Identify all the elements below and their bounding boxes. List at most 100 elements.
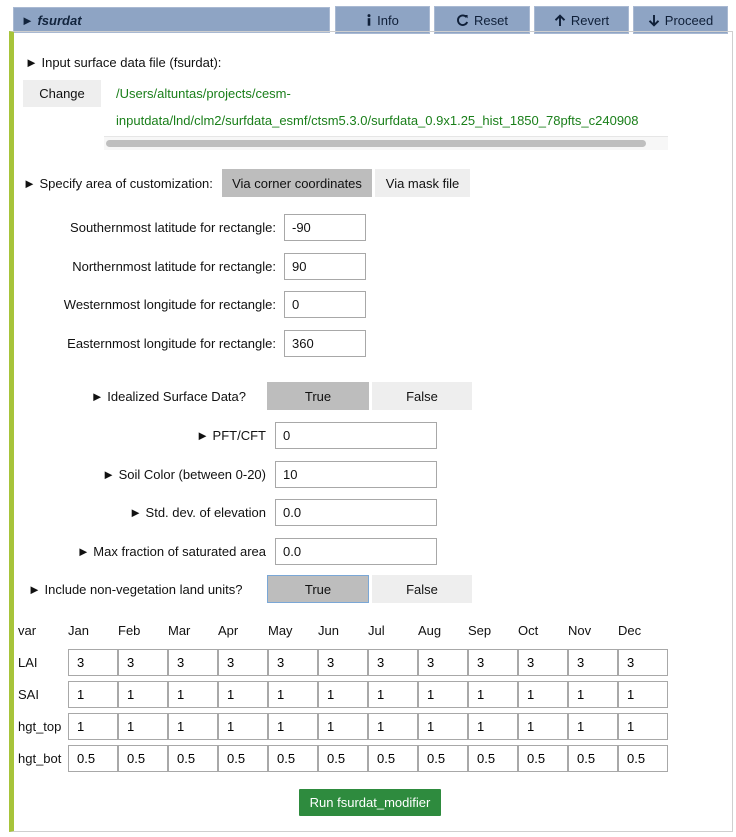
table-header-month: Jun	[318, 623, 339, 638]
table-cell-input[interactable]	[518, 649, 568, 676]
max-frac-input[interactable]	[275, 538, 437, 565]
east-lon-label: Easternmost longitude for rectangle:	[67, 336, 276, 351]
pft-input[interactable]	[275, 422, 437, 449]
table-cell-input[interactable]	[268, 649, 318, 676]
table-cell-input[interactable]	[168, 745, 218, 772]
idealized-true-toggle[interactable]: True	[267, 382, 369, 410]
table-header-month: Aug	[418, 623, 442, 638]
revert-button[interactable]: Revert	[534, 6, 629, 34]
revert-label: Revert	[570, 12, 610, 28]
soil-color-label: ► Soil Color (between 0-20)	[102, 467, 266, 482]
table-cell-input[interactable]	[168, 649, 218, 676]
table-header-month: May	[268, 623, 293, 638]
nonveg-label: ► Include non-vegetation land units?	[28, 582, 243, 597]
info-label: Info	[377, 12, 399, 28]
table-cell-input[interactable]	[268, 681, 318, 708]
table-cell-input[interactable]	[468, 713, 518, 740]
via-mask-file-toggle[interactable]: Via mask file	[375, 169, 470, 197]
input-file-label: ► Input surface data file (fsurdat):	[25, 55, 222, 70]
table-cell-input[interactable]	[218, 713, 268, 740]
north-lat-label: Northernmost latitude for rectangle:	[72, 259, 276, 274]
table-cell-input[interactable]	[218, 681, 268, 708]
table-cell-input[interactable]	[318, 681, 368, 708]
table-cell-input[interactable]	[618, 713, 668, 740]
table-cell-input[interactable]	[318, 713, 368, 740]
table-cell-input[interactable]	[318, 649, 368, 676]
table-cell-input[interactable]	[418, 713, 468, 740]
north-lat-input[interactable]	[284, 253, 366, 280]
west-lon-input[interactable]	[284, 291, 366, 318]
table-header-month: Jan	[68, 623, 89, 638]
reset-label: Reset	[474, 12, 508, 28]
run-fsurdat-modifier-button[interactable]: Run fsurdat_modifier	[299, 789, 441, 816]
max-frac-label: ► Max fraction of saturated area	[76, 544, 266, 559]
table-cell-input[interactable]	[168, 713, 218, 740]
table-cell-input[interactable]	[368, 713, 418, 740]
table-header-month: Apr	[218, 623, 239, 638]
table-cell-input[interactable]	[368, 649, 418, 676]
table-cell-input[interactable]	[368, 745, 418, 772]
table-cell-input[interactable]	[618, 649, 668, 676]
nonveg-true-toggle[interactable]: True	[267, 575, 369, 603]
table-row-name: hgt_top	[18, 719, 62, 734]
table-cell-input[interactable]	[518, 681, 568, 708]
area-label: ► Specify area of customization:	[23, 176, 213, 191]
table-row-name: hgt_bot	[18, 751, 62, 766]
idealized-label: ► Idealized Surface Data?	[90, 389, 246, 404]
table-cell-input[interactable]	[68, 745, 118, 772]
table-cell-input[interactable]	[118, 649, 168, 676]
table-cell-input[interactable]	[468, 649, 518, 676]
table-cell-input[interactable]	[118, 745, 168, 772]
std-elev-label: ► Std. dev. of elevation	[129, 505, 266, 520]
table-cell-input[interactable]	[368, 681, 418, 708]
table-cell-input[interactable]	[118, 681, 168, 708]
reset-button[interactable]: Reset	[434, 6, 530, 34]
table-cell-input[interactable]	[68, 713, 118, 740]
table-header-month: Oct	[518, 623, 539, 638]
table-cell-input[interactable]	[518, 713, 568, 740]
table-cell-input[interactable]	[268, 745, 318, 772]
table-cell-input[interactable]	[568, 681, 618, 708]
table-row-name: SAI	[18, 687, 39, 702]
change-file-button[interactable]: Change	[23, 80, 101, 107]
via-corner-coordinates-toggle[interactable]: Via corner coordinates	[222, 169, 372, 197]
scrollbar-thumb[interactable]	[106, 140, 646, 147]
east-lon-input[interactable]	[284, 330, 366, 357]
table-cell-input[interactable]	[68, 681, 118, 708]
table-cell-input[interactable]	[168, 681, 218, 708]
table-row-name: LAI	[18, 655, 38, 670]
table-cell-input[interactable]	[118, 713, 168, 740]
table-cell-input[interactable]	[468, 745, 518, 772]
west-lon-label: Westernmost longitude for rectangle:	[63, 297, 276, 312]
nonveg-false-toggle[interactable]: False	[372, 575, 472, 603]
table-cell-input[interactable]	[218, 649, 268, 676]
table-cell-input[interactable]	[468, 681, 518, 708]
south-lat-input[interactable]	[284, 214, 366, 241]
horizontal-scrollbar[interactable]	[104, 136, 668, 150]
table-cell-input[interactable]	[318, 745, 368, 772]
table-cell-input[interactable]	[568, 713, 618, 740]
table-cell-input[interactable]	[618, 745, 668, 772]
table-header-month: Feb	[118, 623, 141, 638]
info-button[interactable]: Info	[335, 6, 430, 34]
proceed-button[interactable]: Proceed	[633, 6, 728, 34]
table-cell-input[interactable]	[618, 681, 668, 708]
table-cell-input[interactable]	[418, 745, 468, 772]
section-header[interactable]: ► fsurdat	[13, 7, 330, 33]
table-cell-input[interactable]	[268, 713, 318, 740]
table-cell-input[interactable]	[218, 745, 268, 772]
table-cell-input[interactable]	[418, 681, 468, 708]
info-icon	[367, 14, 371, 26]
pft-label: ► PFT/CFT	[196, 428, 266, 443]
table-cell-input[interactable]	[568, 745, 618, 772]
idealized-false-toggle[interactable]: False	[372, 382, 472, 410]
std-elev-input[interactable]	[275, 499, 437, 526]
table-header-month: Mar	[168, 623, 191, 638]
table-header-month: Jul	[368, 623, 385, 638]
file-path-line2: inputdata/lnd/clm2/surfdata_esmf/ctsm5.3…	[116, 113, 639, 128]
table-cell-input[interactable]	[418, 649, 468, 676]
soil-color-input[interactable]	[275, 461, 437, 488]
table-cell-input[interactable]	[568, 649, 618, 676]
table-cell-input[interactable]	[518, 745, 568, 772]
table-cell-input[interactable]	[68, 649, 118, 676]
